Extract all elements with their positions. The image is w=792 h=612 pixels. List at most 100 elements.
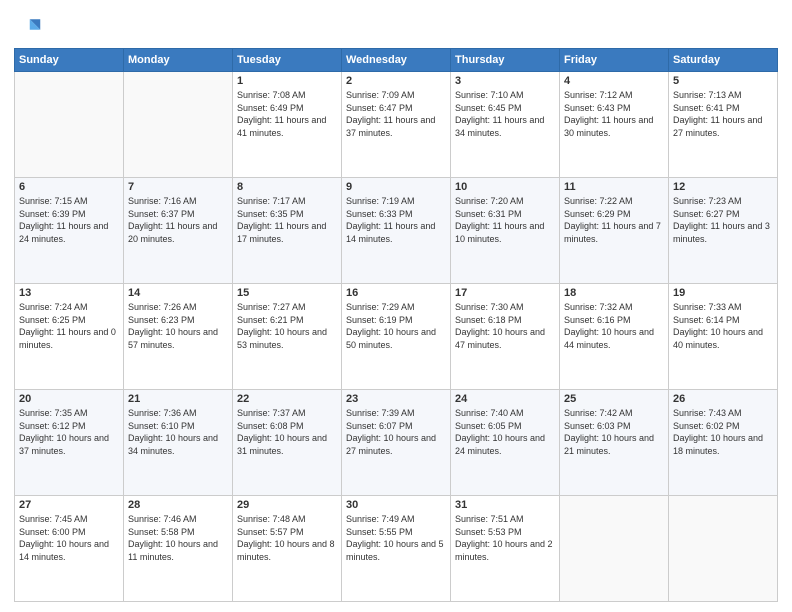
day-info: Sunrise: 7:39 AMSunset: 6:07 PMDaylight:… [346,407,446,457]
day-number: 27 [19,499,119,511]
day-info: Sunrise: 7:33 AMSunset: 6:14 PMDaylight:… [673,301,773,351]
calendar-cell: 16 Sunrise: 7:29 AMSunset: 6:19 PMDayligh… [342,284,451,390]
calendar-table: Sunday Monday Tuesday Wednesday Thursday… [14,48,778,602]
day-info: Sunrise: 7:16 AMSunset: 6:37 PMDaylight:… [128,195,228,245]
calendar-cell: 6 Sunrise: 7:15 AMSunset: 6:39 PMDaylight… [15,178,124,284]
calendar-cell: 5 Sunrise: 7:13 AMSunset: 6:41 PMDaylight… [669,72,778,178]
day-number: 10 [455,181,555,193]
day-info: Sunrise: 7:12 AMSunset: 6:43 PMDaylight:… [564,89,664,139]
day-info: Sunrise: 7:26 AMSunset: 6:23 PMDaylight:… [128,301,228,351]
calendar-cell: 28 Sunrise: 7:46 AMSunset: 5:58 PMDayligh… [124,496,233,602]
day-number: 3 [455,75,555,87]
calendar-cell: 10 Sunrise: 7:20 AMSunset: 6:31 PMDayligh… [451,178,560,284]
calendar-cell [560,496,669,602]
day-number: 24 [455,393,555,405]
day-info: Sunrise: 7:20 AMSunset: 6:31 PMDaylight:… [455,195,555,245]
calendar-cell: 18 Sunrise: 7:32 AMSunset: 6:16 PMDayligh… [560,284,669,390]
day-info: Sunrise: 7:10 AMSunset: 6:45 PMDaylight:… [455,89,555,139]
calendar-cell: 29Sunrise: 7:48 AMSunset: 5:57 PMDayligh… [233,496,342,602]
day-info: Sunrise: 7:40 AMSunset: 6:05 PMDaylight:… [455,407,555,457]
day-number: 7 [128,181,228,193]
day-number: 16 [346,287,446,299]
calendar-header-row: Sunday Monday Tuesday Wednesday Thursday… [15,49,778,72]
calendar-cell: 24 Sunrise: 7:40 AMSunset: 6:05 PMDayligh… [451,390,560,496]
day-info: Sunrise: 7:42 AMSunset: 6:03 PMDaylight:… [564,407,664,457]
day-number: 20 [19,393,119,405]
day-info: Sunrise: 7:19 AMSunset: 6:33 PMDaylight:… [346,195,446,245]
calendar-week-row: 20Sunrise: 7:35 AMSunset: 6:12 PMDayligh… [15,390,778,496]
calendar-cell: 25 Sunrise: 7:42 AMSunset: 6:03 PMDayligh… [560,390,669,496]
calendar-cell [15,72,124,178]
day-info: Sunrise: 7:46 AMSunset: 5:58 PMDaylight:… [128,513,228,563]
calendar-cell [669,496,778,602]
calendar-cell: 17 Sunrise: 7:30 AMSunset: 6:18 PMDayligh… [451,284,560,390]
header-wednesday: Wednesday [342,49,451,72]
day-number: 21 [128,393,228,405]
day-info: Sunrise: 7:36 AMSunset: 6:10 PMDaylight:… [128,407,228,457]
day-info: Sunrise: 7:48 AMSunset: 5:57 PMDaylight:… [237,513,337,563]
header-friday: Friday [560,49,669,72]
day-info: Sunrise: 7:15 AMSunset: 6:39 PMDaylight:… [19,195,119,245]
day-number: 13 [19,287,119,299]
header-monday: Monday [124,49,233,72]
day-info: Sunrise: 7:08 AMSunset: 6:49 PMDaylight:… [237,89,337,139]
day-info: Sunrise: 7:51 AMSunset: 5:53 PMDaylight:… [455,513,555,563]
calendar-week-row: 13 Sunrise: 7:24 AMSunset: 6:25 PMDayligh… [15,284,778,390]
day-number: 15 [237,287,337,299]
calendar-cell: 26Sunrise: 7:43 AMSunset: 6:02 PMDayligh… [669,390,778,496]
day-number: 6 [19,181,119,193]
calendar-week-row: 6 Sunrise: 7:15 AMSunset: 6:39 PMDaylight… [15,178,778,284]
calendar-cell: 31 Sunrise: 7:51 AMSunset: 5:53 PMDayligh… [451,496,560,602]
day-number: 30 [346,499,446,511]
day-info: Sunrise: 7:32 AMSunset: 6:16 PMDaylight:… [564,301,664,351]
calendar-cell: 8 Sunrise: 7:17 AMSunset: 6:35 PMDaylight… [233,178,342,284]
day-number: 17 [455,287,555,299]
calendar-cell: 15 Sunrise: 7:27 AMSunset: 6:21 PMDayligh… [233,284,342,390]
calendar-cell: 9Sunrise: 7:19 AMSunset: 6:33 PMDaylight… [342,178,451,284]
day-info: Sunrise: 7:24 AMSunset: 6:25 PMDaylight:… [19,301,119,351]
day-info: Sunrise: 7:45 AMSunset: 6:00 PMDaylight:… [19,513,119,563]
day-info: Sunrise: 7:29 AMSunset: 6:19 PMDaylight:… [346,301,446,351]
day-number: 4 [564,75,664,87]
calendar-week-row: 1 Sunrise: 7:08 AMSunset: 6:49 PMDaylight… [15,72,778,178]
day-number: 5 [673,75,773,87]
day-info: Sunrise: 7:37 AMSunset: 6:08 PMDaylight:… [237,407,337,457]
day-info: Sunrise: 7:17 AMSunset: 6:35 PMDaylight:… [237,195,337,245]
day-number: 8 [237,181,337,193]
calendar-cell: 23 Sunrise: 7:39 AMSunset: 6:07 PMDayligh… [342,390,451,496]
header-thursday: Thursday [451,49,560,72]
calendar-cell: 3 Sunrise: 7:10 AMSunset: 6:45 PMDaylight… [451,72,560,178]
day-info: Sunrise: 7:22 AMSunset: 6:29 PMDaylight:… [564,195,664,245]
day-number: 14 [128,287,228,299]
day-number: 25 [564,393,664,405]
day-number: 22 [237,393,337,405]
day-number: 23 [346,393,446,405]
calendar-cell: 11 Sunrise: 7:22 AMSunset: 6:29 PMDayligh… [560,178,669,284]
day-number: 2 [346,75,446,87]
day-info: Sunrise: 7:13 AMSunset: 6:41 PMDaylight:… [673,89,773,139]
calendar-cell: 30 Sunrise: 7:49 AMSunset: 5:55 PMDayligh… [342,496,451,602]
calendar-cell: 19 Sunrise: 7:33 AMSunset: 6:14 PMDayligh… [669,284,778,390]
day-number: 31 [455,499,555,511]
day-number: 11 [564,181,664,193]
day-info: Sunrise: 7:30 AMSunset: 6:18 PMDaylight:… [455,301,555,351]
calendar-cell: 13 Sunrise: 7:24 AMSunset: 6:25 PMDayligh… [15,284,124,390]
day-number: 12 [673,181,773,193]
calendar-cell: 27 Sunrise: 7:45 AMSunset: 6:00 PMDayligh… [15,496,124,602]
header-saturday: Saturday [669,49,778,72]
day-number: 28 [128,499,228,511]
calendar-cell: 7 Sunrise: 7:16 AMSunset: 6:37 PMDaylight… [124,178,233,284]
calendar-cell [124,72,233,178]
day-number: 1 [237,75,337,87]
day-number: 26 [673,393,773,405]
day-info: Sunrise: 7:27 AMSunset: 6:21 PMDaylight:… [237,301,337,351]
day-number: 18 [564,287,664,299]
day-number: 19 [673,287,773,299]
calendar-cell: 2Sunrise: 7:09 AMSunset: 6:47 PMDaylight… [342,72,451,178]
calendar-week-row: 27 Sunrise: 7:45 AMSunset: 6:00 PMDayligh… [15,496,778,602]
day-info: Sunrise: 7:49 AMSunset: 5:55 PMDaylight:… [346,513,446,563]
calendar-cell: 21 Sunrise: 7:36 AMSunset: 6:10 PMDayligh… [124,390,233,496]
calendar-cell: 20Sunrise: 7:35 AMSunset: 6:12 PMDayligh… [15,390,124,496]
calendar-cell: 22 Sunrise: 7:37 AMSunset: 6:08 PMDayligh… [233,390,342,496]
calendar-cell: 14 Sunrise: 7:26 AMSunset: 6:23 PMDayligh… [124,284,233,390]
